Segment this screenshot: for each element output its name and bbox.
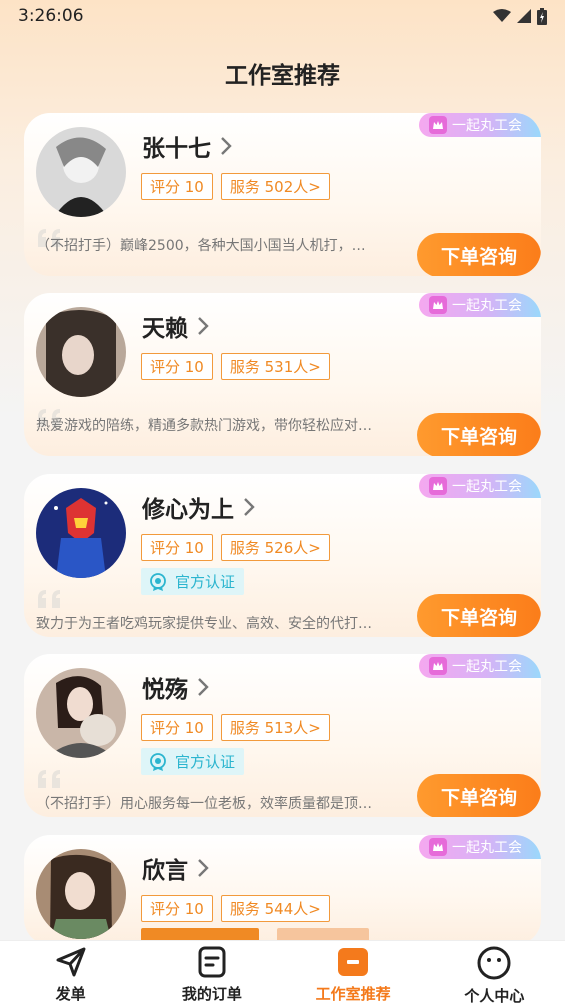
union-icon — [429, 477, 447, 495]
consult-button[interactable]: 下单咨询 — [417, 774, 541, 817]
consult-button[interactable]: 下单咨询 — [417, 413, 541, 456]
cert-label: 官方认证 — [175, 573, 236, 591]
official-cert-badge: 官方认证 — [141, 748, 244, 775]
chevron-right-icon — [244, 498, 255, 516]
studio-card[interactable]: 一起丸工会 修心为上 评分 10 服务 526人> 官方认证 致力于为王者吃鸡玩… — [24, 474, 541, 637]
rating-tag: 评分 10 — [141, 173, 213, 200]
rating-tag: 评分 10 — [141, 895, 213, 922]
studio-name: 悦殇 — [142, 677, 188, 703]
avatar[interactable] — [36, 849, 126, 939]
studio-name: 修心为上 — [142, 497, 234, 523]
bottom-tab-bar: 发单 我的订单 工作室推荐 个人中心 — [0, 940, 565, 1004]
avatar[interactable] — [36, 668, 126, 758]
tab-send-order[interactable]: 发单 — [0, 941, 141, 1004]
union-icon — [429, 296, 447, 314]
chevron-right-icon — [198, 859, 209, 877]
union-tag: 一起丸工会 — [419, 113, 541, 137]
cert-icon — [150, 572, 166, 591]
service-tag[interactable]: 服务 513人> — [220, 714, 330, 741]
union-tag: 一起丸工会 — [419, 474, 541, 498]
tab-label: 工作室推荐 — [315, 985, 391, 1003]
name-row[interactable]: 修心为上 — [142, 490, 256, 524]
tab-label: 我的订单 — [181, 985, 242, 1003]
chevron-right-icon — [198, 678, 209, 696]
chevron-right-icon — [198, 317, 209, 335]
union-icon — [429, 838, 447, 856]
avatar[interactable] — [36, 307, 126, 397]
tab-profile[interactable]: 个人中心 — [424, 941, 565, 1004]
studio-name: 天赖 — [142, 316, 188, 342]
tab-label: 发单 — [55, 985, 86, 1003]
rating-tag: 评分 10 — [141, 534, 213, 561]
tags: 评分 10 服务 544人> — [141, 895, 330, 922]
tab-studio-recommend[interactable]: 工作室推荐 — [283, 941, 424, 1004]
union-label: 一起丸工会 — [452, 479, 522, 495]
cert-icon — [150, 752, 166, 771]
tags: 评分 10 服务 531人> — [141, 353, 330, 380]
studio-description: 热爱游戏的陪练，精通多款热门游戏，带你轻松应对… — [36, 418, 372, 434]
union-label: 一起丸工会 — [452, 298, 522, 314]
union-label: 一起丸工会 — [452, 840, 522, 856]
service-tag[interactable]: 服务 526人> — [220, 534, 330, 561]
union-tag: 一起丸工会 — [419, 293, 541, 317]
tags: 评分 10 服务 513人> — [141, 714, 330, 741]
union-tag: 一起丸工会 — [419, 835, 541, 859]
studio-description: （不招打手）巅峰2500，各种大国小国当人机打，… — [36, 238, 366, 254]
studio-card[interactable]: 一起丸工会 张十七 评分 10 服务 502人> （不招打手）巅峰2500，各种… — [24, 113, 541, 276]
studio-card[interactable]: 一起丸工会 欣言 评分 10 服务 544人> — [24, 835, 541, 945]
service-tag[interactable]: 服务 544人> — [220, 895, 330, 922]
quote-icon — [38, 590, 60, 608]
union-icon — [429, 116, 447, 134]
consult-button[interactable]: 下单咨询 — [417, 594, 541, 637]
send-icon — [56, 947, 86, 977]
tags: 评分 10 服务 526人> — [141, 534, 330, 561]
studio-description: （不招打手）用心服务每一位老板，效率质量都是顶… — [36, 796, 372, 812]
tab-label: 个人中心 — [464, 987, 525, 1004]
studio-card[interactable]: 一起丸工会 天赖 评分 10 服务 531人> 热爱游戏的陪练，精通多款热门游戏… — [24, 293, 541, 456]
tags: 评分 10 服务 502人> — [141, 173, 330, 200]
name-row[interactable]: 悦殇 — [142, 670, 210, 704]
union-icon — [429, 657, 447, 675]
avatar[interactable] — [36, 488, 126, 578]
service-tag[interactable]: 服务 502人> — [220, 173, 330, 200]
cert-label: 官方认证 — [175, 753, 236, 771]
studio-icon — [338, 948, 369, 976]
profile-icon — [477, 946, 511, 980]
quote-icon — [38, 770, 60, 788]
service-tag[interactable]: 服务 531人> — [220, 353, 330, 380]
studio-name: 欣言 — [142, 858, 188, 884]
union-tag: 一起丸工会 — [419, 654, 541, 678]
studio-description: 致力于为王者吃鸡玩家提供专业、高效、安全的代打… — [36, 616, 372, 632]
rating-tag: 评分 10 — [141, 714, 213, 741]
avatar[interactable] — [36, 127, 126, 217]
official-cert-badge: 官方认证 — [141, 568, 244, 595]
consult-button[interactable]: 下单咨询 — [417, 233, 541, 276]
tab-my-orders[interactable]: 我的订单 — [141, 941, 282, 1004]
studio-list: 一起丸工会 张十七 评分 10 服务 502人> （不招打手）巅峰2500，各种… — [0, 0, 565, 1004]
union-label: 一起丸工会 — [452, 659, 522, 675]
rating-tag: 评分 10 — [141, 353, 213, 380]
name-row[interactable]: 欣言 — [142, 851, 210, 885]
name-row[interactable]: 天赖 — [142, 309, 210, 343]
chevron-right-icon — [221, 137, 232, 155]
studio-name: 张十七 — [142, 136, 211, 162]
union-label: 一起丸工会 — [452, 118, 522, 134]
order-icon — [198, 946, 226, 978]
studio-card[interactable]: 一起丸工会 悦殇 评分 10 服务 513人> 官方认证 （不招打手）用心服务每… — [24, 654, 541, 817]
name-row[interactable]: 张十七 — [142, 129, 233, 163]
